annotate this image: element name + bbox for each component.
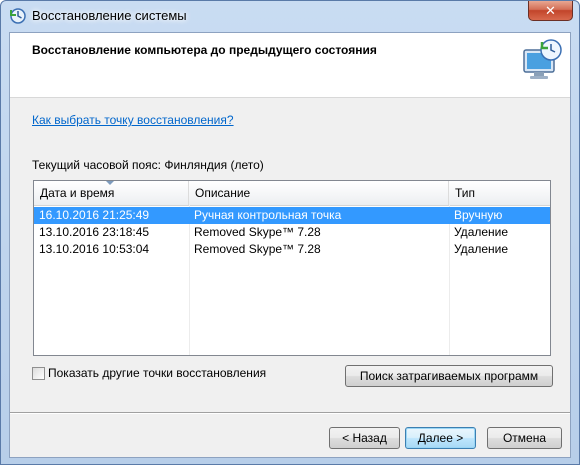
footer-separator (10, 412, 570, 414)
show-more-checkbox[interactable] (32, 367, 45, 380)
help-link-choose-restore-point[interactable]: Как выбрать точку восстановления? (32, 113, 234, 127)
cell-description: Removed Skype™ 7.28 (194, 242, 321, 256)
cell-date: 13.10.2016 10:53:04 (39, 242, 150, 256)
column-header-description[interactable]: Описание (189, 181, 449, 205)
restore-points-list[interactable]: Дата и время Описание Тип 16.10.2016 21:… (33, 180, 551, 356)
cell-description: Ручная контрольная точка (194, 208, 342, 222)
wizard-client-area: Восстановление компьютера до предыдущего… (9, 32, 571, 458)
timezone-label: Текущий часовой пояс: Финляндия (лето) (32, 158, 264, 172)
column-header-date[interactable]: Дата и время (34, 181, 189, 205)
cell-type: Вручную (454, 208, 503, 222)
back-button[interactable]: < Назад (329, 427, 400, 449)
next-button[interactable]: Далее > (405, 427, 476, 449)
title-bar[interactable]: Восстановление системы ✕ (1, 1, 579, 33)
show-more-label[interactable]: Показать другие точки восстановления (48, 366, 266, 380)
table-row[interactable]: 16.10.2016 21:25:49 Ручная контрольная т… (34, 207, 550, 224)
table-row[interactable]: 13.10.2016 10:53:04 Removed Skype™ 7.28 … (34, 241, 550, 258)
sort-arrow-icon (106, 181, 114, 185)
cell-description: Removed Skype™ 7.28 (194, 225, 321, 239)
cancel-button[interactable]: Отмена (487, 427, 562, 449)
system-restore-window: Восстановление системы ✕ Восстановление … (0, 0, 580, 465)
column-header-description-label: Описание (195, 186, 251, 200)
cell-type: Удаление (454, 242, 509, 256)
cell-type: Удаление (454, 225, 509, 239)
page-title: Восстановление компьютера до предыдущего… (32, 43, 377, 57)
column-header-type-label: Тип (455, 186, 476, 200)
wizard-header: Восстановление компьютера до предыдущего… (10, 33, 570, 98)
list-header: Дата и время Описание Тип (34, 181, 550, 206)
scan-affected-programs-button[interactable]: Поиск затрагиваемых программ (345, 365, 553, 387)
column-header-date-label: Дата и время (40, 186, 115, 200)
system-restore-icon (10, 8, 26, 24)
window-title: Восстановление системы (32, 8, 187, 23)
column-header-type[interactable]: Тип (449, 181, 550, 205)
close-button[interactable]: ✕ (528, 1, 573, 21)
close-icon: ✕ (545, 3, 556, 18)
cell-date: 13.10.2016 23:18:45 (39, 225, 150, 239)
cell-date: 16.10.2016 21:25:49 (39, 208, 150, 222)
table-row[interactable]: 13.10.2016 23:18:45 Removed Skype™ 7.28 … (34, 224, 550, 241)
system-restore-monitor-icon (523, 39, 562, 79)
